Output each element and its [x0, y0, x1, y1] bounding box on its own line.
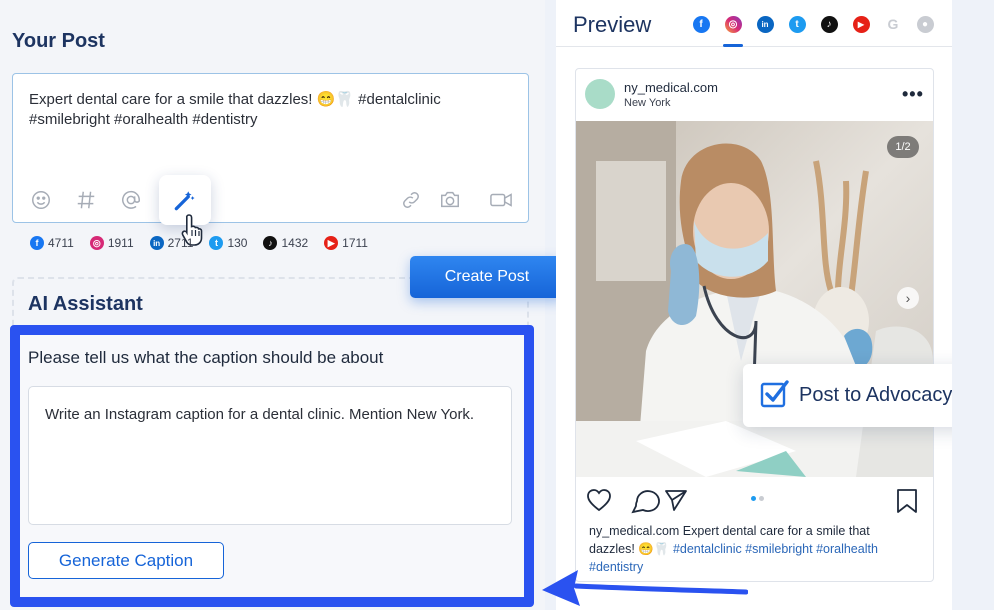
generate-caption-button[interactable]: Generate Caption [28, 542, 224, 579]
more-options-icon[interactable]: ••• [902, 84, 924, 105]
image-counter: 1/2 [887, 136, 919, 158]
emoji-icon[interactable] [29, 188, 53, 212]
caption-prompt-input[interactable]: Write an Instagram caption for a dental … [28, 386, 512, 525]
save-icon[interactable] [897, 489, 917, 513]
google-icon: G [884, 15, 902, 33]
share-icon[interactable] [665, 490, 687, 511]
count-youtube: ▶ 1711 [324, 236, 368, 250]
count-value: 1432 [281, 236, 309, 250]
caption-prompt-text[interactable]: Write an Instagram caption for a dental … [45, 405, 485, 425]
tab-google[interactable]: G [882, 13, 904, 35]
tab-linkedin[interactable]: in [754, 13, 776, 35]
ai-assistant-title: AI Assistant [28, 293, 143, 315]
count-tiktok: ♪ 1432 [263, 236, 308, 250]
linkedin-icon: in [756, 15, 774, 33]
advocacy-checkbox[interactable] [760, 379, 790, 409]
preview-network-tabs: f ◎ in t ♪ ▶ G ● [690, 13, 946, 47]
twitter-icon: t [209, 236, 224, 250]
post-text-area[interactable]: Expert dental care for a smile that dazz… [12, 73, 529, 225]
tab-twitter[interactable]: t [786, 13, 808, 35]
magic-wand-icon [174, 191, 195, 211]
youtube-icon: ▶ [324, 236, 339, 250]
youtube-icon: ▶ [852, 15, 870, 33]
hashtag-icon[interactable] [74, 188, 98, 212]
video-icon[interactable] [487, 188, 515, 212]
tab-tiktok[interactable]: ♪ [818, 13, 840, 35]
caption-username: ny_medical.com [589, 524, 680, 538]
count-value: 2711 [167, 236, 194, 250]
tiktok-icon: ♪ [263, 236, 278, 250]
carousel-dots [751, 496, 767, 501]
count-instagram: ◎ 1911 [89, 236, 134, 250]
network-reach-counts: f 4711 ◎ 1911 in 2711 t 130 ♪ 1432 ▶ 171… [30, 236, 384, 250]
pointer-arrow-icon [542, 570, 748, 606]
camera-icon[interactable] [438, 188, 462, 212]
link-icon[interactable] [399, 188, 423, 212]
tab-instagram[interactable]: ◎ [722, 13, 744, 47]
reddit-icon: ● [916, 15, 934, 33]
count-value: 130 [227, 236, 248, 250]
tiktok-icon: ♪ [820, 15, 838, 33]
tab-reddit[interactable]: ● [914, 13, 936, 35]
instagram-icon: ◎ [89, 236, 104, 250]
next-image-icon[interactable]: › [897, 287, 919, 309]
post-text[interactable]: Expert dental care for a smile that dazz… [29, 90, 499, 130]
count-linkedin: in 2711 [149, 236, 194, 250]
count-twitter: t 130 [209, 236, 247, 250]
preview-title: Preview [573, 12, 652, 37]
caption-topic-label: Please tell us what the caption should b… [28, 348, 384, 367]
post-actions [587, 488, 923, 519]
count-value: 4711 [48, 236, 74, 250]
count-value: 1911 [107, 236, 134, 250]
tab-youtube[interactable]: ▶ [850, 13, 872, 35]
facebook-icon: f [692, 15, 710, 33]
advocacy-label: Post to Advocacy [799, 384, 953, 406]
create-post-button[interactable]: Create Post [410, 256, 564, 298]
avatar [585, 79, 615, 109]
tab-facebook[interactable]: f [690, 13, 712, 35]
comment-icon[interactable] [631, 490, 660, 514]
facebook-icon: f [30, 236, 44, 250]
background-strip [952, 0, 994, 610]
your-post-title: Your Post [12, 30, 105, 52]
tab-divider [556, 46, 952, 47]
linkedin-icon: in [149, 236, 164, 250]
post-location: New York [624, 97, 671, 109]
count-value: 1711 [342, 236, 368, 250]
instagram-icon: ◎ [724, 15, 742, 33]
twitter-icon: t [788, 15, 806, 33]
post-username: ny_medical.com [624, 80, 718, 95]
count-facebook: f 4711 [30, 236, 74, 250]
mention-icon[interactable] [119, 188, 143, 212]
like-icon[interactable] [587, 489, 611, 512]
